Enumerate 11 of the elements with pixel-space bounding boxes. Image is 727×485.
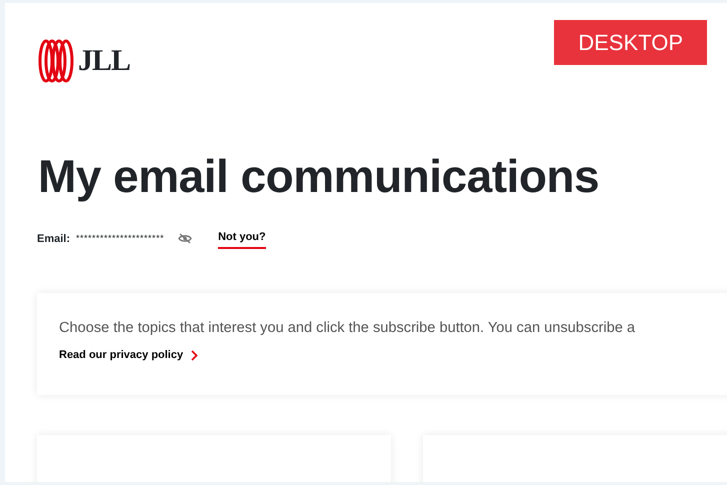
privacy-policy-link[interactable]: Read our privacy policy [59,347,184,364]
intro-text: Choose the topics that interest you and click the subscribe button. You can unsubscribe a [59,318,636,338]
device-label: DESKTOP [554,20,707,65]
rings-icon [38,39,74,83]
chevron-right-icon [191,350,198,362]
logo-text: JLL [78,46,130,76]
eye-slash-icon[interactable] [178,233,192,244]
email-label: Email: [37,232,70,246]
page-title: My email communications [38,153,600,199]
email-value: ********************** [76,232,164,245]
not-you-link[interactable]: Not you? [218,229,266,248]
